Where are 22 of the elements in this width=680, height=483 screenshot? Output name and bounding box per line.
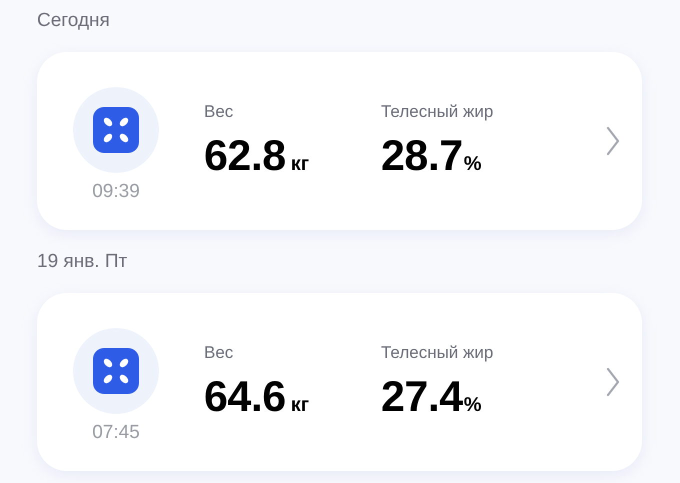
- metric-value: 62.8: [204, 132, 286, 180]
- metric-value: 64.6: [204, 372, 286, 422]
- metric-label: Вес: [204, 102, 234, 122]
- metric-unit: кг: [290, 394, 310, 416]
- day-heading: 19 янв. Пт: [37, 250, 128, 274]
- chevron-right-icon: [606, 126, 620, 156]
- metric-value: 27.4: [381, 372, 463, 422]
- scale-icon: [93, 348, 139, 394]
- record-time: 09:39: [92, 181, 140, 203]
- scale-icon: [93, 107, 139, 153]
- metric-unit: %: [464, 152, 482, 176]
- record-time: 07:45: [92, 422, 140, 444]
- metric-label: Вес: [204, 342, 234, 362]
- metric-unit: %: [464, 394, 482, 416]
- metric-value: 28.7: [381, 132, 463, 180]
- metric-unit: кг: [290, 152, 310, 176]
- record-card[interactable]: 07:45 Вес 64.6 кг Телесный жир 27.4%: [37, 293, 642, 471]
- record-card[interactable]: 09:39 Вес 62.8 кг Телесный жир 28.7%: [37, 52, 642, 230]
- chevron-right-icon: [606, 367, 620, 397]
- day-heading: Сегодня: [37, 9, 111, 33]
- metric-label: Телесный жир: [381, 102, 494, 122]
- metric-label: Телесный жир: [381, 342, 494, 362]
